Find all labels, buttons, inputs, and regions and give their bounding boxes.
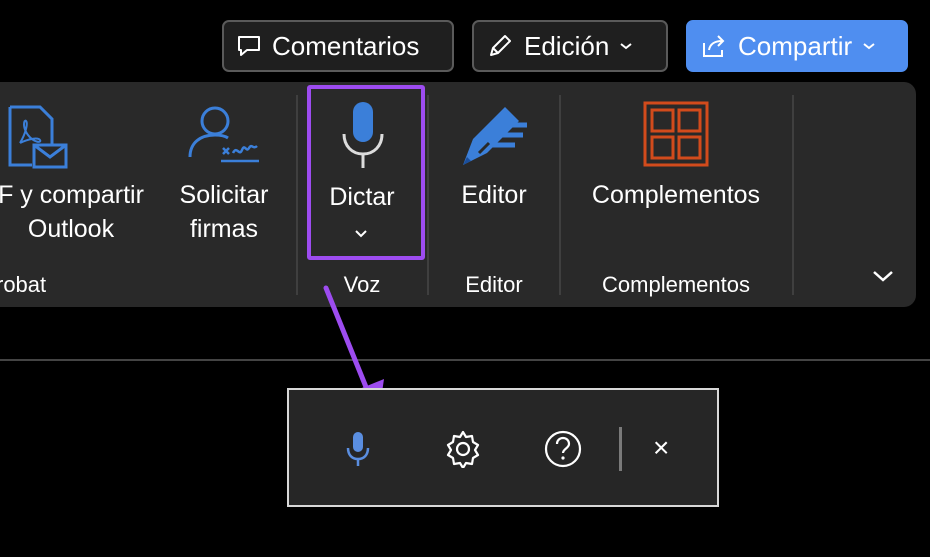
toolbar-divider	[619, 427, 622, 471]
close-icon[interactable]: ×	[653, 434, 669, 462]
help-icon[interactable]	[544, 430, 582, 473]
microphone-icon[interactable]	[345, 430, 371, 473]
dictation-toolbar: ×	[287, 388, 719, 507]
gear-icon[interactable]	[444, 430, 482, 473]
